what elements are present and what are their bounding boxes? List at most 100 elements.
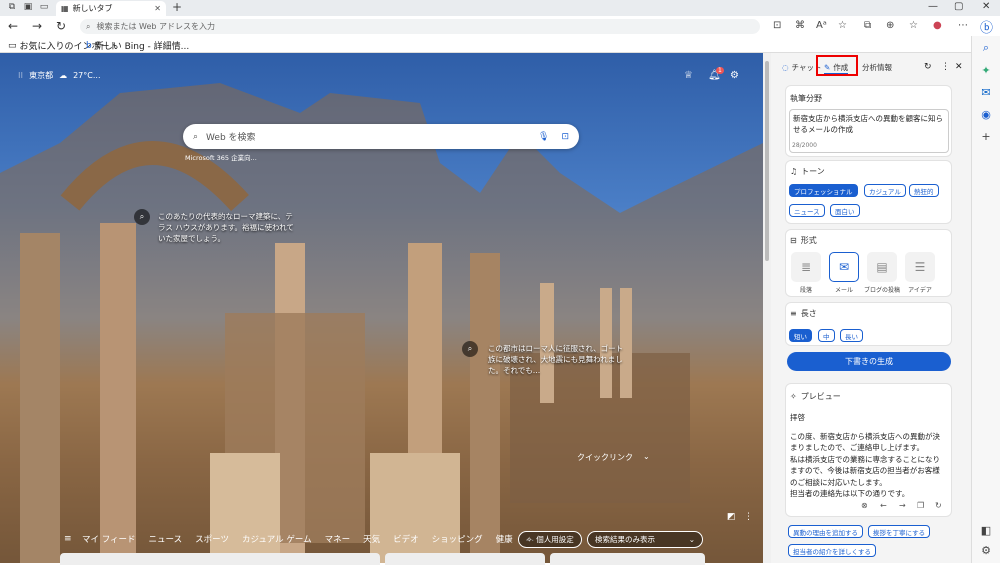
tone-enthusiastic[interactable]: 熱狂的	[909, 184, 939, 197]
feed-tab-video[interactable]: ビデオ	[393, 533, 419, 545]
back-icon[interactable]: ←	[8, 19, 18, 33]
feed-tab-weather[interactable]: 天気	[363, 533, 380, 545]
image-options-icon[interactable]: ◩	[727, 512, 736, 522]
format-blog[interactable]: ▤	[867, 252, 897, 282]
visual-search-icon[interactable]: ⊡	[561, 132, 569, 142]
microphone-icon[interactable]: 🎙︎	[538, 132, 549, 142]
feed-tab-health[interactable]: 健康	[496, 533, 513, 545]
favorite-star-icon[interactable]: ☆	[838, 20, 847, 31]
feed-tab-news[interactable]: ニュース	[149, 533, 183, 545]
feed-tab-my-feed[interactable]: マイ フィード	[82, 533, 136, 545]
read-aloud-icon[interactable]: Aᵃ	[816, 20, 827, 31]
tone-funny[interactable]: 面白い	[830, 204, 860, 217]
image-info-hotspot[interactable]: ⌕	[134, 209, 150, 225]
profile-avatar-icon[interactable]: ●	[933, 20, 942, 31]
extensions-icon[interactable]: ⧉	[864, 20, 871, 31]
menu-icon[interactable]: ≡	[64, 534, 72, 544]
preview-line: この度、新宿支店から横浜支店への異動が決まりましたので、ご連絡申し上げます。	[790, 431, 940, 453]
search-input[interactable]: Web を検索	[206, 130, 255, 143]
copy-icon[interactable]: ❐	[917, 501, 924, 510]
personalize-button[interactable]: ✧ 個人用設定	[518, 531, 582, 548]
suggestion-polite-greeting[interactable]: 挨拶を丁寧にする	[868, 525, 931, 538]
length-short[interactable]: 短い	[789, 329, 812, 342]
tab-insights[interactable]: 分析情報	[862, 62, 892, 73]
length-label-row: ≡ 長さ	[790, 308, 817, 319]
favorite-label: 新しい Bing - 詳細情...	[94, 42, 190, 52]
image-info-hotspot[interactable]: ⌕	[462, 341, 478, 357]
workspaces-icon[interactable]: ⧉	[6, 2, 18, 14]
feed-tab-money[interactable]: マネー	[325, 533, 351, 545]
settings-gear-icon[interactable]: ⚙	[730, 70, 739, 81]
weather-widget[interactable]: ⁝⁝ 東京都 ☁ 27°C...	[18, 70, 101, 81]
bing-chat-icon[interactable]: ⓑ	[980, 17, 993, 36]
stop-icon[interactable]: ⊗	[861, 501, 868, 510]
minimize-icon[interactable]: —	[928, 1, 938, 12]
search-icon[interactable]: ⌕	[978, 40, 994, 56]
settings-gear-icon[interactable]: ⚙	[978, 542, 994, 558]
tab-actions-icon[interactable]: ▭	[38, 2, 50, 14]
suggestion-add-reason[interactable]: 異動の理由を追加する	[788, 525, 863, 538]
collections-icon[interactable]: ⊕	[886, 20, 894, 31]
app-available-icon[interactable]: ⊡	[773, 20, 781, 31]
hide-sidebar-icon[interactable]: ◧	[978, 522, 994, 538]
suggestion-detail-contact[interactable]: 担当者の紹介を詳しくする	[788, 544, 876, 557]
image-menu-icon[interactable]: ⋮	[744, 512, 753, 522]
search-sub-link[interactable]: Microsoft 365 企業向...	[185, 152, 257, 162]
generate-draft-button[interactable]: 下書きの生成	[787, 352, 951, 371]
favorites-icon[interactable]: ☆	[909, 20, 918, 31]
apps-grid-icon[interactable]: ⁝⁝	[18, 71, 23, 80]
format-label-email: メール	[834, 287, 853, 294]
length-long[interactable]: 長い	[840, 329, 863, 342]
forward-icon[interactable]: →	[32, 19, 42, 33]
more-icon[interactable]: ⋯	[958, 20, 968, 31]
feed-card[interactable]	[385, 553, 545, 565]
tone-casual[interactable]: カジュアル	[864, 184, 906, 197]
outlook-icon[interactable]: ✉	[978, 84, 994, 100]
char-count: 28/2000	[792, 142, 817, 149]
format-ideas[interactable]: ☰	[905, 252, 935, 282]
favorite-bing[interactable]: b 新しい Bing - 詳細情...	[86, 39, 190, 53]
format-paragraph[interactable]: ≣	[791, 252, 821, 282]
new-tab-icon[interactable]: +	[172, 0, 182, 14]
preview-label: プレビュー	[800, 392, 841, 401]
quick-links-label: クイックリンク	[577, 453, 633, 462]
format-email[interactable]: ✉	[829, 252, 859, 282]
folder-icon: ▭	[8, 40, 17, 51]
feed-tab-shopping[interactable]: ショッピング	[432, 533, 483, 545]
tab-new[interactable]: ▦ 新しいタブ ✕	[56, 1, 166, 16]
add-icon[interactable]: +	[978, 128, 994, 144]
more-options-icon[interactable]: ⋮	[941, 62, 950, 72]
close-icon[interactable]: ✕	[955, 62, 963, 72]
close-tab-icon[interactable]: ✕	[154, 4, 161, 13]
feed-card[interactable]	[60, 553, 380, 565]
feed-card[interactable]	[550, 553, 705, 565]
web-search-box[interactable]: ⌕ Web を検索 🎙︎ ⊡	[183, 124, 579, 149]
tone-news[interactable]: ニュース	[789, 204, 825, 217]
regenerate-icon[interactable]: ↻	[935, 501, 942, 510]
quick-links-toggle[interactable]: クイックリンク ⌄	[577, 452, 650, 463]
refresh-icon[interactable]: ↻	[56, 19, 66, 33]
immersive-reader-icon[interactable]: ⌘	[795, 20, 805, 31]
collections-icon[interactable]: ▣	[22, 2, 34, 14]
maximize-icon[interactable]: ▢	[954, 1, 963, 12]
feed-tab-casual-games[interactable]: カジュアル ゲーム	[242, 533, 312, 545]
feed-tab-sports[interactable]: スポーツ	[195, 533, 229, 545]
layout-dropdown[interactable]: 検索結果のみ表示 ⌄	[587, 531, 703, 548]
length-medium[interactable]: 中	[818, 329, 835, 342]
search-icon: ⌕	[193, 131, 199, 142]
close-window-icon[interactable]: ✕	[982, 1, 990, 12]
address-bar[interactable]: ⌕ 検索または Web アドレスを入力	[80, 19, 760, 34]
tab-title: 新しいタブ	[72, 4, 113, 13]
temperature: 27°C...	[73, 71, 101, 80]
address-input[interactable]: 検索または Web アドレスを入力	[96, 21, 215, 32]
scrollbar-thumb[interactable]	[765, 61, 769, 261]
page-scrollbar[interactable]	[763, 53, 771, 563]
tools-icon[interactable]: ✦	[978, 62, 994, 78]
sidebar-app-icon[interactable]: ◉	[978, 106, 994, 122]
tone-professional[interactable]: プロフェッショナル	[789, 184, 858, 197]
rewards-trophy-icon[interactable]: ♕	[684, 70, 693, 81]
refresh-icon[interactable]: ↻	[924, 62, 932, 72]
next-icon[interactable]: →	[899, 501, 906, 510]
format-icon: ⊟	[790, 236, 797, 245]
previous-icon[interactable]: ←	[880, 501, 887, 510]
